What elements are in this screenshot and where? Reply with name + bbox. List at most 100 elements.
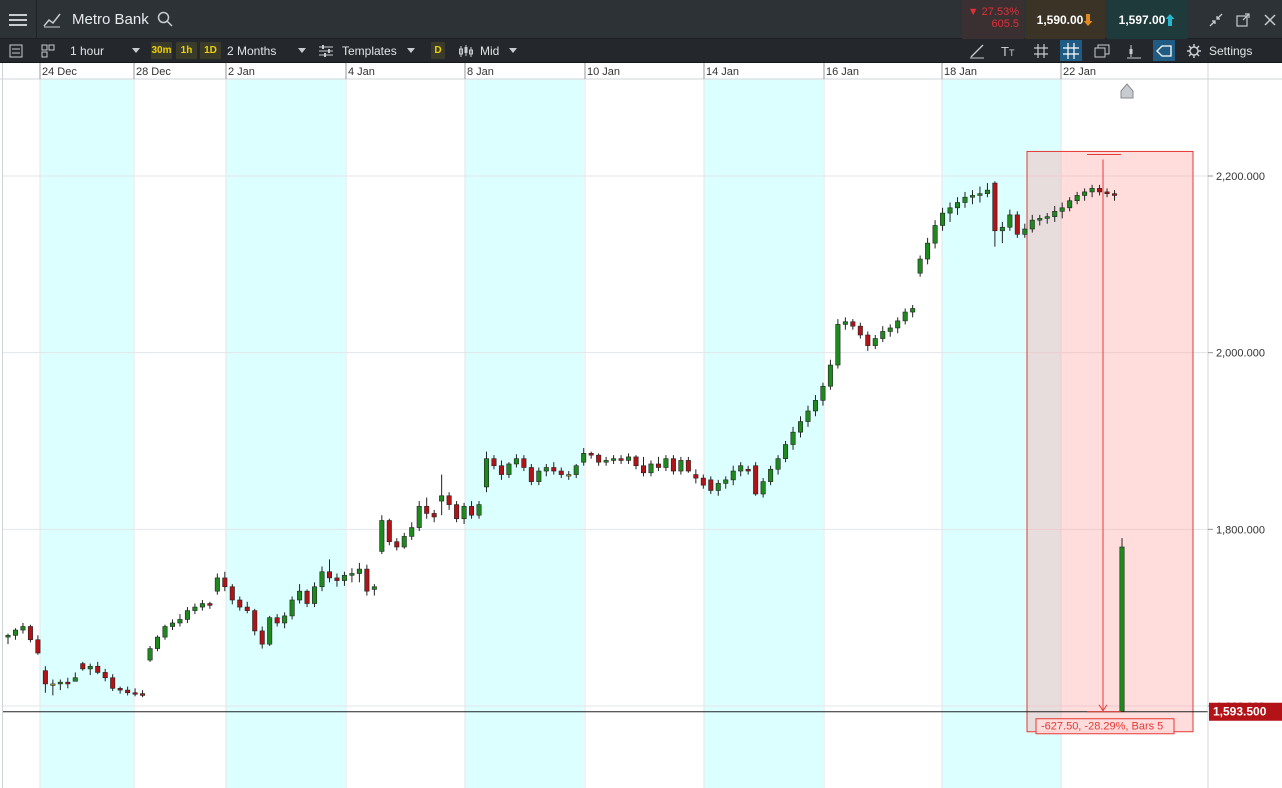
crosshair-icon[interactable] xyxy=(1060,40,1082,61)
candle xyxy=(962,196,968,203)
candle xyxy=(618,458,624,461)
x-tick-label: 24 Dec xyxy=(42,66,77,78)
candle xyxy=(409,527,415,537)
candle xyxy=(214,577,220,592)
candle xyxy=(663,458,669,468)
candle xyxy=(244,606,250,611)
candle xyxy=(880,331,886,339)
candle xyxy=(1007,214,1013,228)
candle xyxy=(678,460,684,472)
price-chart[interactable]: -627.50, -28.29%, Bars 5 24 Dec 28 Dec 2 J… xyxy=(0,63,1282,788)
candle xyxy=(1037,218,1043,221)
hamburger-menu-icon[interactable] xyxy=(0,0,37,39)
d-badge[interactable]: D xyxy=(431,42,445,59)
candle xyxy=(798,421,804,433)
candle xyxy=(498,465,504,475)
text-tool-icon[interactable]: TT xyxy=(998,40,1020,61)
candle xyxy=(125,689,131,694)
candle xyxy=(1097,188,1103,193)
candle xyxy=(603,460,609,463)
chevron-down-icon xyxy=(132,48,141,53)
copy-icon[interactable] xyxy=(1091,40,1113,61)
change-percent: ▼ 27.53% xyxy=(967,6,1019,18)
candle xyxy=(955,202,961,209)
candle xyxy=(596,454,602,463)
candle xyxy=(297,590,303,601)
candle xyxy=(551,467,557,472)
timeframe-30m[interactable]: 30m xyxy=(151,42,172,59)
chevron-down-icon xyxy=(406,48,415,53)
candle xyxy=(140,693,146,696)
candle xyxy=(865,334,871,346)
candle xyxy=(641,465,647,474)
candle xyxy=(887,327,893,332)
candle xyxy=(999,226,1005,232)
timeframe-1d[interactable]: 1D xyxy=(200,42,221,59)
measurement-box xyxy=(1026,150,1194,733)
candle xyxy=(835,324,841,366)
trend-line-icon[interactable] xyxy=(966,40,988,61)
collapse-icon[interactable] xyxy=(1204,0,1228,39)
line-chart-icon[interactable] xyxy=(38,0,65,39)
gear-icon xyxy=(1187,43,1201,58)
tag-icon[interactable] xyxy=(1153,40,1175,61)
candle xyxy=(222,577,228,588)
range-select[interactable]: 2 Months xyxy=(227,39,309,62)
x-tick-label: 22 Jan xyxy=(1063,66,1096,78)
candle xyxy=(685,460,691,472)
candle xyxy=(57,681,63,685)
panel-icon[interactable] xyxy=(5,40,27,61)
candle xyxy=(947,207,953,214)
buy-price-button[interactable]: 1,597.00 xyxy=(1107,0,1187,39)
layout-icon[interactable] xyxy=(37,40,59,61)
search-icon[interactable] xyxy=(157,11,173,30)
chart-area[interactable]: -627.50, -28.29%, Bars 5 24 Dec 28 Dec 2 J… xyxy=(0,63,1282,788)
candle xyxy=(917,258,923,274)
indicator-icon[interactable] xyxy=(1123,40,1145,61)
close-icon[interactable] xyxy=(1258,0,1282,39)
candle xyxy=(760,481,766,495)
candle xyxy=(184,610,190,620)
candle xyxy=(27,626,33,641)
candle xyxy=(588,453,594,456)
timeframe-1h[interactable]: 1h xyxy=(176,42,197,59)
sliders-icon xyxy=(319,44,333,57)
candle xyxy=(753,465,759,495)
settings-button[interactable]: Settings xyxy=(1187,39,1282,62)
candle xyxy=(42,670,48,685)
candle xyxy=(132,692,138,695)
svg-text:T: T xyxy=(1009,48,1015,58)
candle xyxy=(12,629,18,636)
candle xyxy=(1059,207,1065,212)
candle xyxy=(110,677,116,689)
candle xyxy=(1112,193,1118,196)
candle xyxy=(80,663,86,670)
interval-select[interactable]: 1 hour xyxy=(70,39,148,62)
candle xyxy=(364,568,370,592)
candle xyxy=(925,242,931,260)
candle xyxy=(199,603,205,608)
popout-icon[interactable] xyxy=(1231,0,1255,39)
y-tick-label: 2,000.000 xyxy=(1216,348,1265,360)
session-band xyxy=(40,63,133,788)
chart-toolbar: 1 hour 30m 1h 1D 2 Months Templates D Mi… xyxy=(0,39,1282,63)
sell-price-button[interactable]: 1,590.00 xyxy=(1025,0,1105,39)
candle xyxy=(827,364,833,387)
candle xyxy=(910,308,916,313)
candle xyxy=(1082,191,1088,196)
candle xyxy=(1089,188,1095,193)
x-tick-label: 14 Jan xyxy=(706,66,739,78)
down-arrow-icon xyxy=(1083,13,1093,26)
grid-icon[interactable] xyxy=(1030,40,1052,61)
candle xyxy=(334,577,340,581)
candle xyxy=(566,474,572,477)
candle xyxy=(117,688,123,691)
scroll-marker-icon xyxy=(1120,83,1134,99)
candle xyxy=(439,495,445,502)
candle xyxy=(282,615,288,624)
price-mode-select[interactable]: Mid xyxy=(458,39,520,62)
chevron-down-icon xyxy=(298,48,307,53)
candle xyxy=(1067,200,1073,209)
candle xyxy=(416,506,422,528)
templates-select[interactable]: Templates xyxy=(318,39,418,62)
